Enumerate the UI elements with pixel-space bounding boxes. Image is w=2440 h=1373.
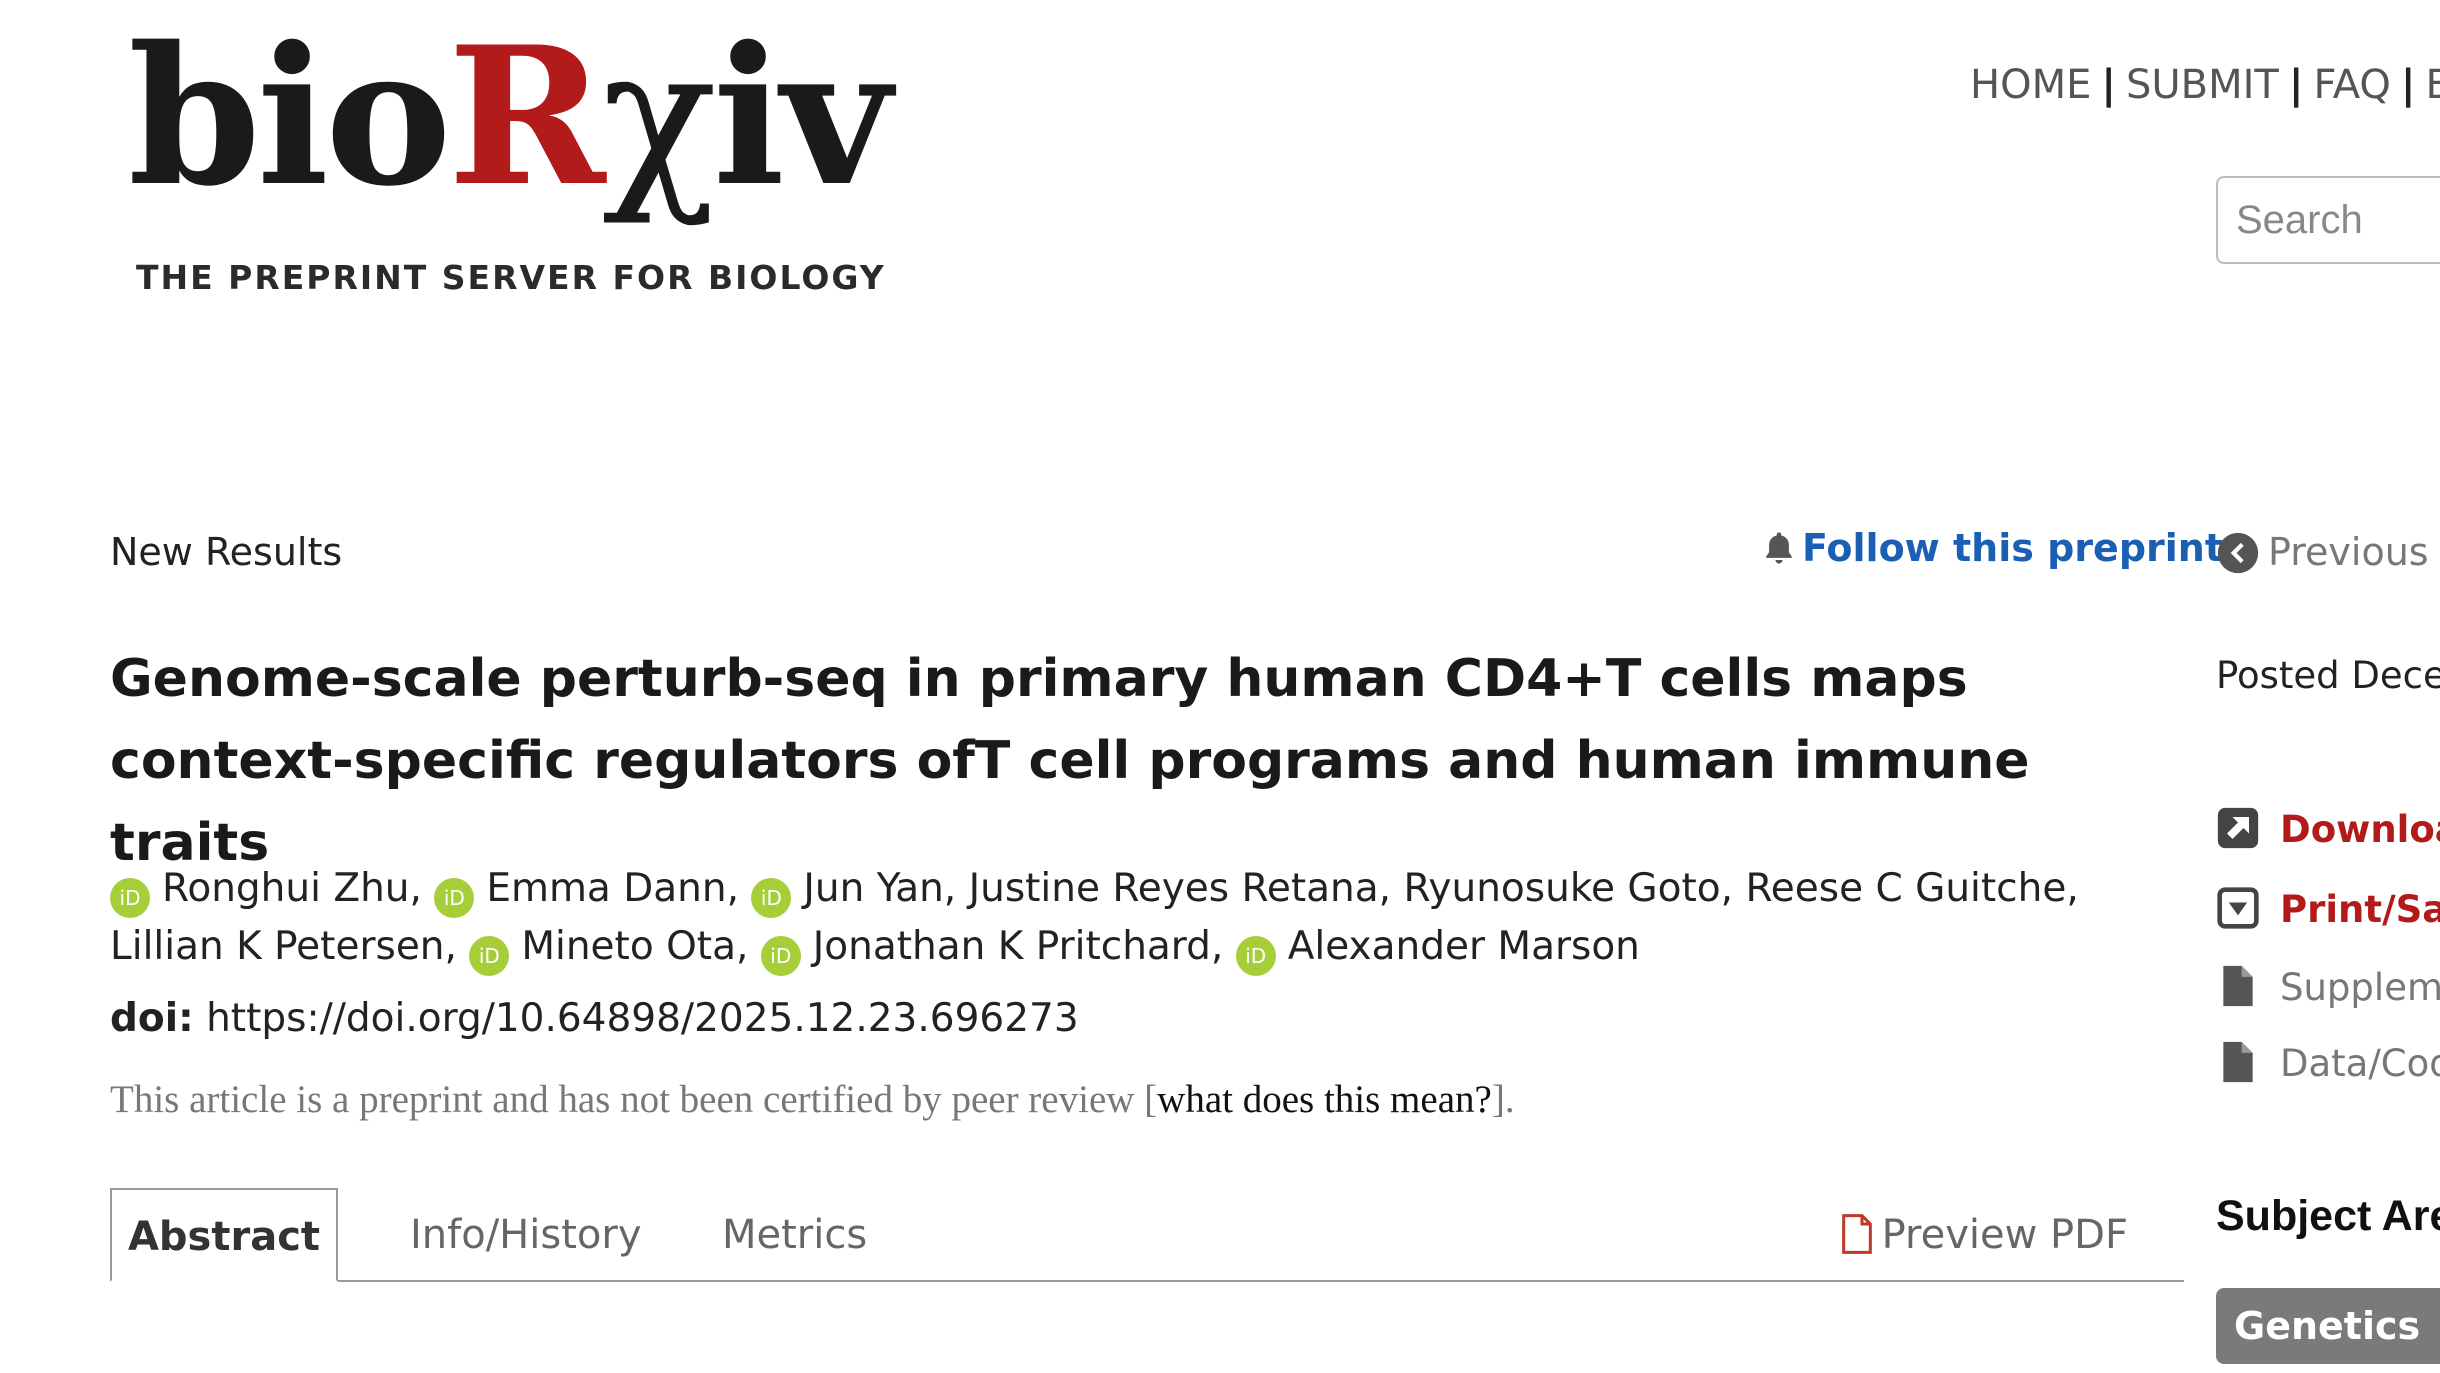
author-name[interactable]: Lillian K Petersen,	[110, 924, 457, 969]
article-title: Genome-scale perturb-seq in primary huma…	[110, 649, 2030, 873]
orcid-icon[interactable]: iD	[469, 936, 510, 976]
author-name[interactable]: Mineto Ota,	[521, 924, 748, 969]
author-name[interactable]: Ronghui Zhu,	[162, 866, 422, 911]
orcid-icon[interactable]: iD	[760, 936, 801, 976]
nav-faq-link[interactable]: FAQ	[2313, 62, 2390, 108]
pdf-file-icon	[1841, 1214, 1872, 1254]
doi-line: doi: https://doi.org/10.64898/2025.12.23…	[110, 996, 1079, 1041]
print-save-link[interactable]: Print/Sav	[2216, 886, 2440, 931]
author-list: iD Ronghui Zhu, iD Emma Dann, iD Jun Yan, J…	[110, 860, 2110, 976]
author-name[interactable]: Jonathan K Pritchard,	[813, 924, 1224, 969]
nav-separator: |	[2101, 62, 2116, 108]
search-input[interactable]	[2216, 176, 2440, 264]
author-name[interactable]: Alexander Marson	[1288, 924, 1640, 969]
preprint-notice: This article is a preprint and has not b…	[110, 1077, 1515, 1122]
supplementary-material-link[interactable]: Suppleme	[2216, 964, 2440, 1009]
external-link-icon	[2217, 807, 2259, 849]
orcid-icon[interactable]: iD	[434, 878, 475, 918]
previous-label: Previous	[2268, 530, 2429, 574]
author-name[interactable]: Emma Dann,	[486, 866, 739, 911]
top-nav: HOME|SUBMIT|FAQ|BL	[1970, 62, 2440, 108]
logo-part: χ	[601, 7, 717, 228]
preprint-notice-end: ].	[1491, 1078, 1515, 1121]
nav-blog-link[interactable]: BL	[2426, 62, 2440, 108]
follow-label: Follow this preprint	[1802, 526, 2224, 570]
subject-area-heading: Subject Are	[2216, 1192, 2440, 1240]
nav-separator: |	[2400, 62, 2416, 108]
article-type-label: New Results	[110, 530, 343, 574]
doi-link[interactable]: https://doi.org/10.64898/2025.12.23.6962…	[206, 996, 1079, 1041]
bell-icon	[1766, 532, 1792, 564]
logo-tagline: THE PREPRINT SERVER FOR BIOLOGY	[136, 258, 886, 297]
previous-link[interactable]: Previous	[2216, 530, 2429, 575]
logo-part: iv	[712, 5, 892, 228]
dropdown-box-icon	[2217, 887, 2259, 929]
tab-abstract[interactable]: Abstract	[110, 1188, 338, 1282]
logo-part: bio	[128, 5, 452, 228]
preprint-notice-text: This article is a preprint and has not b…	[110, 1078, 1158, 1121]
data-code-link[interactable]: Data/Cod	[2216, 1040, 2440, 1085]
tab-preview-pdf[interactable]: Preview PDF	[1840, 1188, 2128, 1282]
download-pdf-link[interactable]: Downloa	[2216, 806, 2440, 851]
doi-label: doi:	[110, 996, 194, 1041]
tab-metrics[interactable]: Metrics	[722, 1188, 867, 1282]
orcid-icon[interactable]: iD	[1235, 936, 1276, 976]
subject-area-badge[interactable]: Genetics	[2216, 1288, 2440, 1364]
orcid-icon[interactable]: iD	[110, 878, 150, 918]
file-icon	[2223, 1041, 2253, 1083]
author-name[interactable]: Jun Yan, Justine Reyes Retana, Ryunosuke…	[803, 866, 2078, 911]
nav-submit-link[interactable]: SUBMIT	[2126, 62, 2279, 108]
orcid-icon[interactable]: iD	[751, 878, 792, 918]
supplementary-label: Suppleme	[2280, 966, 2440, 1009]
preview-pdf-label: Preview PDF	[1881, 1212, 2128, 1258]
tab-info-history[interactable]: Info/History	[410, 1188, 641, 1282]
nav-separator: |	[2288, 62, 2304, 108]
logo-part: R	[447, 5, 606, 228]
follow-preprint-link[interactable]: Follow this preprint	[1762, 526, 2223, 570]
print-save-label: Print/Sav	[2280, 888, 2440, 931]
biorxiv-logo[interactable]: bioRχiv	[128, 22, 891, 213]
what-does-this-mean-link[interactable]: what does this mean?	[1157, 1078, 1492, 1121]
arrow-left-circle-icon	[2217, 532, 2259, 574]
article-tabs: Abstract Info/History Metrics Preview PD…	[110, 1188, 2184, 1282]
file-icon	[2223, 965, 2253, 1007]
nav-home-link[interactable]: HOME	[1970, 62, 2091, 108]
posted-date: Posted Decem	[2216, 654, 2440, 697]
data-code-label: Data/Cod	[2280, 1042, 2440, 1085]
download-label: Downloa	[2280, 808, 2440, 851]
